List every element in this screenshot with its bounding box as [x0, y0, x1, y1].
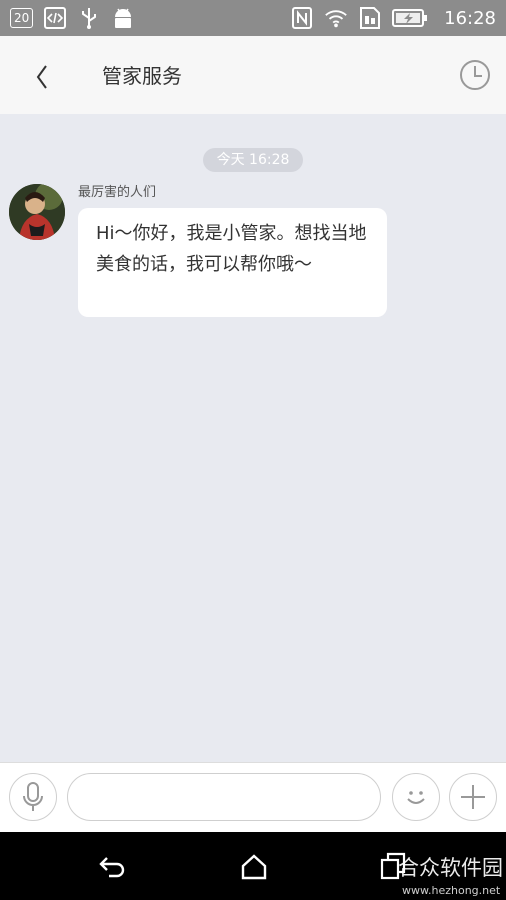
- nav-bar: 合众软件园 www.hezhong.net: [0, 832, 506, 900]
- timestamp-pill: 今天 16:28: [203, 148, 303, 172]
- back-icon: [99, 857, 125, 878]
- history-button[interactable]: [458, 58, 492, 92]
- chevron-left-icon: [36, 65, 47, 89]
- clock-icon: [460, 60, 490, 90]
- nav-back-button[interactable]: [97, 852, 127, 882]
- avatar-image: [9, 184, 65, 240]
- home-icon: [241, 854, 267, 880]
- status-right-icons: 16:28: [290, 6, 496, 30]
- input-bar: [0, 762, 506, 833]
- plus-icon: [461, 785, 485, 809]
- chat-area[interactable]: 今天 16:28 最厉害的人们 Hi～你好，我是小管家。想找当地美食的话，我可以…: [0, 114, 506, 762]
- message-input[interactable]: [67, 773, 381, 821]
- voice-button[interactable]: [9, 773, 57, 821]
- code-icon: [43, 6, 67, 30]
- page-title: 管家服务: [102, 64, 182, 88]
- notification-badge-icon: 20: [10, 8, 34, 28]
- nav-home-button[interactable]: [239, 852, 269, 882]
- sender-name: 最厉害的人们: [78, 185, 157, 200]
- status-left-icons: 20: [10, 6, 135, 30]
- avatar[interactable]: [9, 184, 65, 240]
- usb-icon: [77, 6, 101, 30]
- microphone-icon: [23, 782, 43, 811]
- smiley-icon: [407, 791, 425, 804]
- message-bubble[interactable]: Hi～你好，我是小管家。想找当地美食的话，我可以帮你哦～: [78, 208, 387, 317]
- back-button[interactable]: [28, 60, 62, 94]
- watermark-text: 合众软件园: [398, 856, 503, 880]
- android-icon: [111, 6, 135, 30]
- sim-icon: [358, 6, 382, 30]
- emoji-button[interactable]: [392, 773, 440, 821]
- battery-charging-icon: [392, 6, 428, 30]
- plus-button[interactable]: [449, 773, 497, 821]
- nfc-icon: [290, 6, 314, 30]
- status-bar: 20 16:28: [0, 0, 506, 36]
- wifi-icon: [324, 6, 348, 30]
- header: 管家服务: [0, 36, 506, 115]
- status-time: 16:28: [444, 7, 496, 29]
- watermark-url: www.hezhong.net: [402, 884, 501, 897]
